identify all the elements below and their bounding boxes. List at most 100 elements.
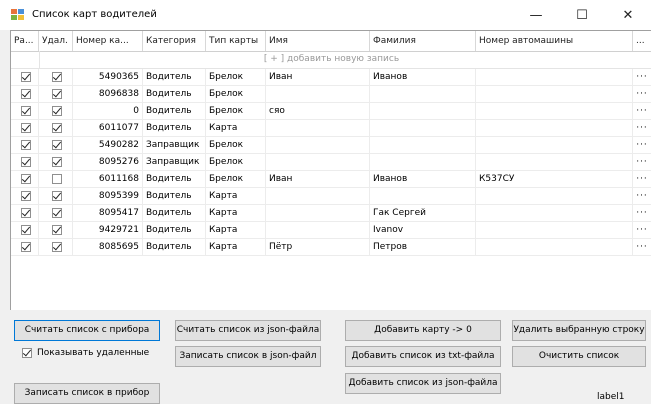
cell-category[interactable]: Водитель xyxy=(143,86,206,103)
cell-surname[interactable] xyxy=(370,188,476,205)
cell-car[interactable] xyxy=(476,239,633,256)
cell-number[interactable]: 6011168 xyxy=(73,171,143,188)
cell-category[interactable]: Водитель xyxy=(143,188,206,205)
table-row[interactable]: 6011168 Водитель Брелок Иван Иванов К537СУ ··· xyxy=(11,171,651,188)
table-row[interactable]: 9429721 Водитель Карта Ivanov ··· xyxy=(11,222,651,239)
cell-car[interactable] xyxy=(476,188,633,205)
select-cell[interactable] xyxy=(11,69,39,86)
column-header[interactable]: Тип карты xyxy=(206,31,266,51)
write-to-device-button[interactable]: Записать список в прибор xyxy=(14,383,160,404)
column-header[interactable]: Ра... xyxy=(11,31,39,51)
row-select-checkbox[interactable] xyxy=(21,208,31,218)
table-row[interactable]: 8085695 Водитель Карта Пётр Петров ··· xyxy=(11,239,651,256)
row-deleted-checkbox[interactable] xyxy=(52,123,62,133)
deleted-cell[interactable] xyxy=(39,188,73,205)
deleted-cell[interactable] xyxy=(39,205,73,222)
add-from-txt-button[interactable]: Добавить список из txt-файла xyxy=(345,346,501,367)
cell-surname[interactable]: Иванов xyxy=(370,171,476,188)
cell-type[interactable]: Карта xyxy=(206,120,266,137)
row-deleted-checkbox[interactable] xyxy=(52,89,62,99)
show-deleted-toggle[interactable]: Показывать удаленные xyxy=(22,346,149,360)
cell-category[interactable]: Водитель xyxy=(143,69,206,86)
row-deleted-checkbox[interactable] xyxy=(52,140,62,150)
cell-number[interactable]: 0 xyxy=(73,103,143,120)
maximize-button[interactable]: ☐ xyxy=(559,0,605,30)
column-header[interactable]: Номер автомашины xyxy=(476,31,633,51)
cell-car[interactable] xyxy=(476,69,633,86)
row-select-checkbox[interactable] xyxy=(21,191,31,201)
select-cell[interactable] xyxy=(11,154,39,171)
select-cell[interactable] xyxy=(11,205,39,222)
cell-category[interactable]: Водитель xyxy=(143,239,206,256)
table-row[interactable]: 5490282 Заправщик Брелок ··· xyxy=(11,137,651,154)
write-json-button[interactable]: Записать список в json-файл xyxy=(175,346,321,367)
deleted-cell[interactable] xyxy=(39,69,73,86)
cell-name[interactable]: Иван xyxy=(266,69,370,86)
deleted-cell[interactable] xyxy=(39,137,73,154)
select-cell[interactable] xyxy=(11,137,39,154)
column-header[interactable]: Удал. xyxy=(39,31,73,51)
row-select-checkbox[interactable] xyxy=(21,89,31,99)
row-more-button[interactable]: ··· xyxy=(633,154,651,171)
close-button[interactable]: ✕ xyxy=(605,0,651,30)
row-more-button[interactable]: ··· xyxy=(633,188,651,205)
select-cell[interactable] xyxy=(11,120,39,137)
cell-type[interactable]: Карта xyxy=(206,222,266,239)
cell-number[interactable]: 8096838 xyxy=(73,86,143,103)
row-deleted-checkbox[interactable] xyxy=(52,106,62,116)
row-deleted-checkbox[interactable] xyxy=(52,208,62,218)
cell-name[interactable] xyxy=(266,205,370,222)
cell-number[interactable]: 9429721 xyxy=(73,222,143,239)
cell-name[interactable] xyxy=(266,137,370,154)
row-select-checkbox[interactable] xyxy=(21,242,31,252)
deleted-cell[interactable] xyxy=(39,86,73,103)
column-header[interactable]: Имя xyxy=(266,31,370,51)
table-row[interactable]: 0 Водитель Брелок сяо ··· xyxy=(11,103,651,120)
cell-car[interactable] xyxy=(476,154,633,171)
cell-name[interactable] xyxy=(266,222,370,239)
table-row[interactable]: 5490365 Водитель Брелок Иван Иванов ··· xyxy=(11,69,651,86)
cell-surname[interactable]: Гак Сергей xyxy=(370,205,476,222)
select-cell[interactable] xyxy=(11,171,39,188)
row-more-button[interactable]: ··· xyxy=(633,222,651,239)
row-select-checkbox[interactable] xyxy=(21,225,31,235)
cell-name[interactable]: Пётр xyxy=(266,239,370,256)
add-from-json-button[interactable]: Добавить список из json-файла xyxy=(345,373,501,394)
row-select-checkbox[interactable] xyxy=(21,157,31,167)
cell-surname[interactable] xyxy=(370,154,476,171)
table-row[interactable]: 8095399 Водитель Карта ··· xyxy=(11,188,651,205)
cell-car[interactable] xyxy=(476,120,633,137)
cell-category[interactable]: Водитель xyxy=(143,222,206,239)
row-select-checkbox[interactable] xyxy=(21,106,31,116)
show-deleted-checkbox[interactable] xyxy=(22,347,32,358)
deleted-cell[interactable] xyxy=(39,103,73,120)
table-row[interactable]: 8096838 Водитель Брелок ··· xyxy=(11,86,651,103)
cell-car[interactable] xyxy=(476,205,633,222)
deleted-cell[interactable] xyxy=(39,171,73,188)
cell-type[interactable]: Карта xyxy=(206,188,266,205)
cell-category[interactable]: Водитель xyxy=(143,103,206,120)
cell-type[interactable]: Брелок xyxy=(206,103,266,120)
row-deleted-checkbox[interactable] xyxy=(52,225,62,235)
table-row[interactable]: 6011077 Водитель Карта ··· xyxy=(11,120,651,137)
cell-type[interactable]: Карта xyxy=(206,205,266,222)
deleted-cell[interactable] xyxy=(39,239,73,256)
cell-number[interactable]: 6011077 xyxy=(73,120,143,137)
row-select-checkbox[interactable] xyxy=(21,140,31,150)
cell-surname[interactable] xyxy=(370,120,476,137)
row-more-button[interactable]: ··· xyxy=(633,103,651,120)
cell-name[interactable]: Иван xyxy=(266,171,370,188)
row-select-checkbox[interactable] xyxy=(21,72,31,82)
cell-surname[interactable]: Иванов xyxy=(370,69,476,86)
cell-surname[interactable] xyxy=(370,86,476,103)
select-cell[interactable] xyxy=(11,239,39,256)
cell-type[interactable]: Брелок xyxy=(206,154,266,171)
column-header[interactable]: ... xyxy=(633,31,651,51)
add-card-button[interactable]: Добавить карту -> 0 xyxy=(345,320,501,341)
cell-category[interactable]: Водитель xyxy=(143,205,206,222)
cell-type[interactable]: Брелок xyxy=(206,137,266,154)
row-more-button[interactable]: ··· xyxy=(633,120,651,137)
row-select-checkbox[interactable] xyxy=(21,123,31,133)
cell-number[interactable]: 8095399 xyxy=(73,188,143,205)
cell-number[interactable]: 8095276 xyxy=(73,154,143,171)
